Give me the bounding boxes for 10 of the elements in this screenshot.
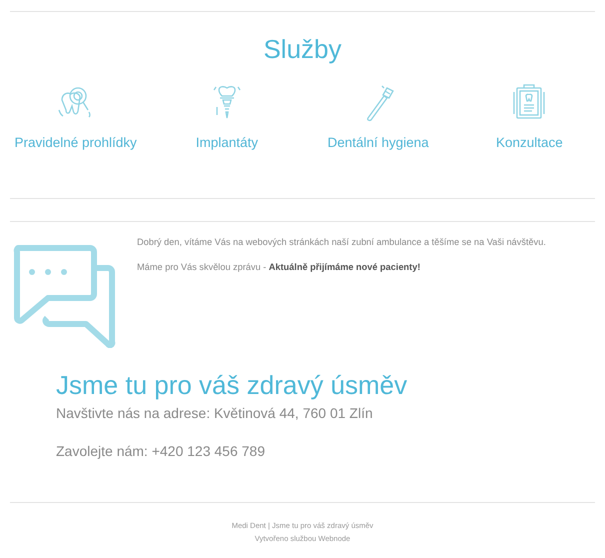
address-text: Navštivte nás na adrese: Květinová 44, 760 01 Zlín — [56, 404, 374, 422]
welcome-paragraph: Máme pro Vás skvělou zprávu - Aktuálně přijímáme nové pacienty! — [137, 261, 422, 274]
service-link[interactable]: Pravidelné prohlídky — [14, 134, 137, 152]
section-title: Služby — [262, 34, 343, 64]
contact-heading: Jsme tu pro váš zdravý úsměv — [56, 370, 408, 400]
service-link[interactable]: Dentální hygiena — [327, 134, 429, 152]
phone-text: Zavolejte nám: +420 123 456 789 — [56, 442, 266, 460]
welcome-paragraph: Dobrý den, vítáme Vás na webových stránkách naší zubní ambulance a těšíme se na Vaši návštěvu. — [137, 236, 546, 249]
service-link[interactable]: Implantáty — [196, 134, 258, 152]
service-link[interactable]: Konzultace — [496, 134, 563, 152]
